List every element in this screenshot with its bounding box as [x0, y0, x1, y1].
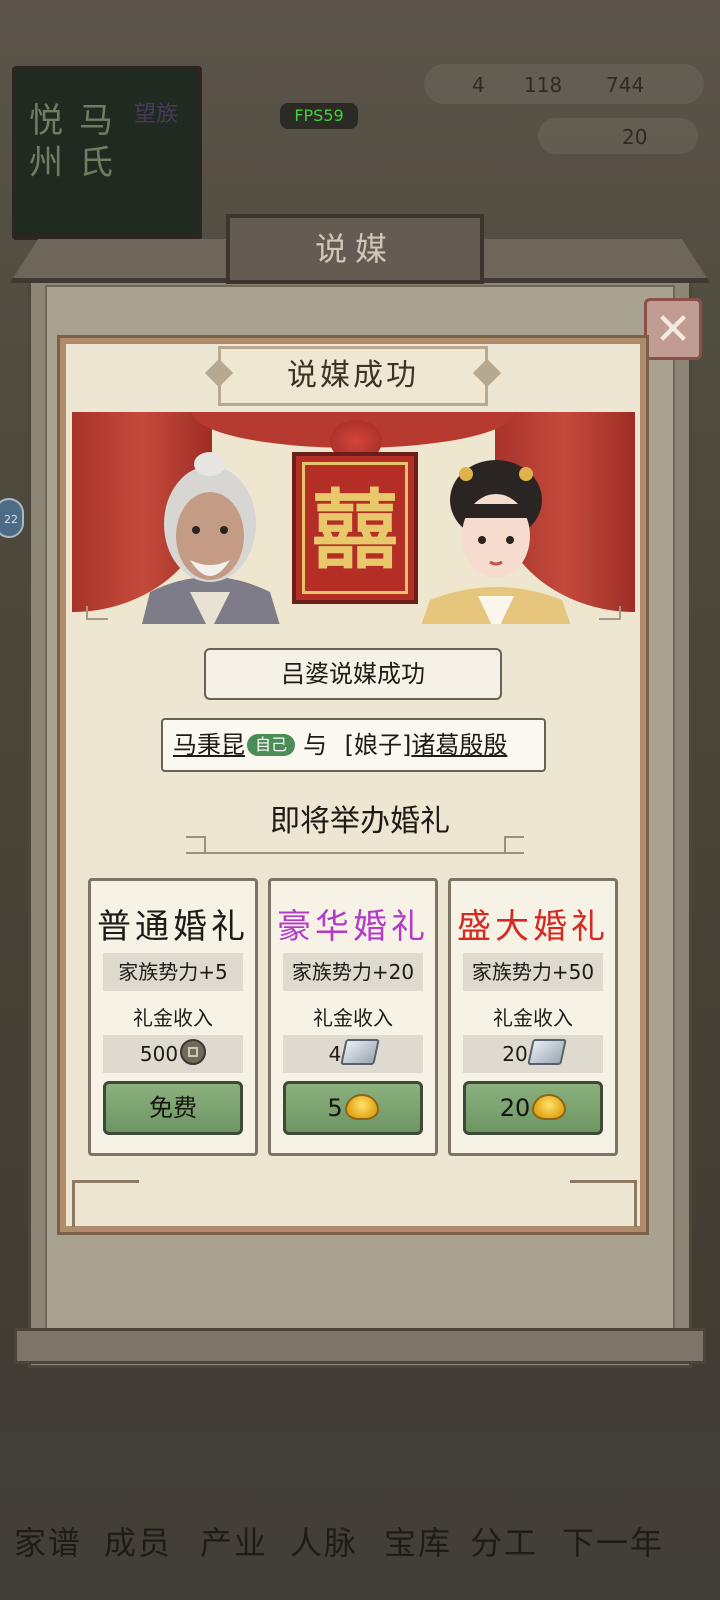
book-title-col: 悦州: [29, 101, 63, 183]
book-title-col: 马氏: [79, 101, 113, 183]
family-power: 家族势力+20: [283, 953, 423, 991]
double-happiness-sign: 囍: [292, 452, 418, 604]
nav-item-members[interactable]: 成员: [104, 1518, 172, 1564]
corner-ornament: [599, 606, 621, 620]
gold-ingot-icon: [532, 1094, 567, 1120]
side-badge[interactable]: 22: [0, 498, 24, 538]
wedding-option-card: 豪华婚礼 家族势力+20 礼金收入 4 5: [268, 878, 438, 1156]
corner-ornament: [86, 606, 108, 620]
grand-wedding-button[interactable]: 20: [463, 1081, 603, 1135]
wedding-illustration: 囍: [72, 412, 635, 624]
wedding-option-card: 普通婚礼 家族势力+5 礼金收入 500 免费: [88, 878, 258, 1156]
gift-label: 礼金收入: [133, 1006, 213, 1030]
bottom-nav: 家谱 成员 产业 人脉 宝库 分工 下一年: [0, 1432, 720, 1600]
card-title: 豪华婚礼: [277, 907, 429, 947]
resource-c: 744: [606, 73, 645, 97]
clan-book: 悦州 马氏 望族: [12, 66, 202, 240]
nav-item-genealogy[interactable]: 家谱: [14, 1518, 82, 1564]
family-power: 家族势力+50: [463, 953, 603, 991]
family-power: 家族势力+5: [103, 953, 243, 991]
gold-ingot-icon: [344, 1094, 379, 1120]
dialog-base: [14, 1328, 706, 1364]
resource-a: 4: [472, 73, 485, 97]
corner-ornament: [570, 1180, 637, 1227]
normal-wedding-button[interactable]: 免费: [103, 1081, 243, 1135]
panel-title: 说媒成功: [218, 346, 488, 406]
double-happiness-icon: 囍: [302, 462, 408, 594]
gift-amount: 4: [283, 1035, 423, 1073]
gift-label: 礼金收入: [493, 1006, 573, 1030]
self-tag: 自己: [247, 734, 296, 756]
book-title-col: 望族: [134, 102, 179, 127]
gift-label: 礼金收入: [313, 1006, 393, 1030]
couple-names: 马秉昆 自己与 [娘子]诸葛殷殷: [161, 718, 546, 772]
conjunction-text: 与: [303, 731, 328, 759]
bride-prefix: [娘子]: [344, 731, 412, 759]
groom-name[interactable]: 马秉昆: [173, 731, 245, 759]
silver-ingot-icon: [526, 1039, 567, 1065]
nav-item-assignment[interactable]: 分工: [470, 1518, 538, 1564]
resource-bar: 4 118 744: [424, 64, 704, 104]
button-label: 5: [327, 1094, 343, 1122]
card-title: 盛大婚礼: [457, 907, 609, 947]
bride-portrait: [421, 460, 571, 624]
gift-amount: 20: [463, 1035, 603, 1073]
divider: [186, 834, 524, 854]
button-label: 20: [499, 1094, 531, 1122]
gift-value: 500: [139, 1042, 179, 1066]
button-label: 免费: [149, 1094, 197, 1122]
nav-item-next-year[interactable]: 下一年: [562, 1518, 664, 1564]
copper-coin-icon: [180, 1039, 207, 1065]
corner-ornament: [72, 1180, 139, 1227]
fps-counter: FPS59: [280, 103, 358, 129]
bride-name[interactable]: 诸葛殷殷: [411, 731, 507, 759]
gift-amount: 500: [103, 1035, 243, 1073]
silver-ingot-icon: [340, 1039, 381, 1065]
nav-item-treasury[interactable]: 宝库: [384, 1518, 452, 1564]
gift-value: 4: [328, 1042, 342, 1066]
nav-item-connections[interactable]: 人脉: [290, 1518, 358, 1564]
close-button[interactable]: ✕: [644, 298, 702, 360]
close-x-icon: ✕: [654, 304, 692, 355]
luxury-wedding-button[interactable]: 5: [283, 1081, 423, 1135]
card-title: 普通婚礼: [97, 907, 249, 947]
resource-b: 118: [524, 73, 563, 97]
wedding-option-card: 盛大婚礼 家族势力+50 礼金收入 20 20: [448, 878, 618, 1156]
groom-portrait: [142, 452, 280, 624]
gold-value: 20: [622, 125, 648, 149]
gold-bar[interactable]: 20: [538, 118, 698, 154]
gift-value: 20: [502, 1042, 528, 1066]
dialog-title: 说媒: [226, 214, 484, 284]
matchmaking-result: 吕婆说媒成功: [204, 648, 502, 700]
nav-item-industry[interactable]: 产业: [200, 1518, 268, 1564]
